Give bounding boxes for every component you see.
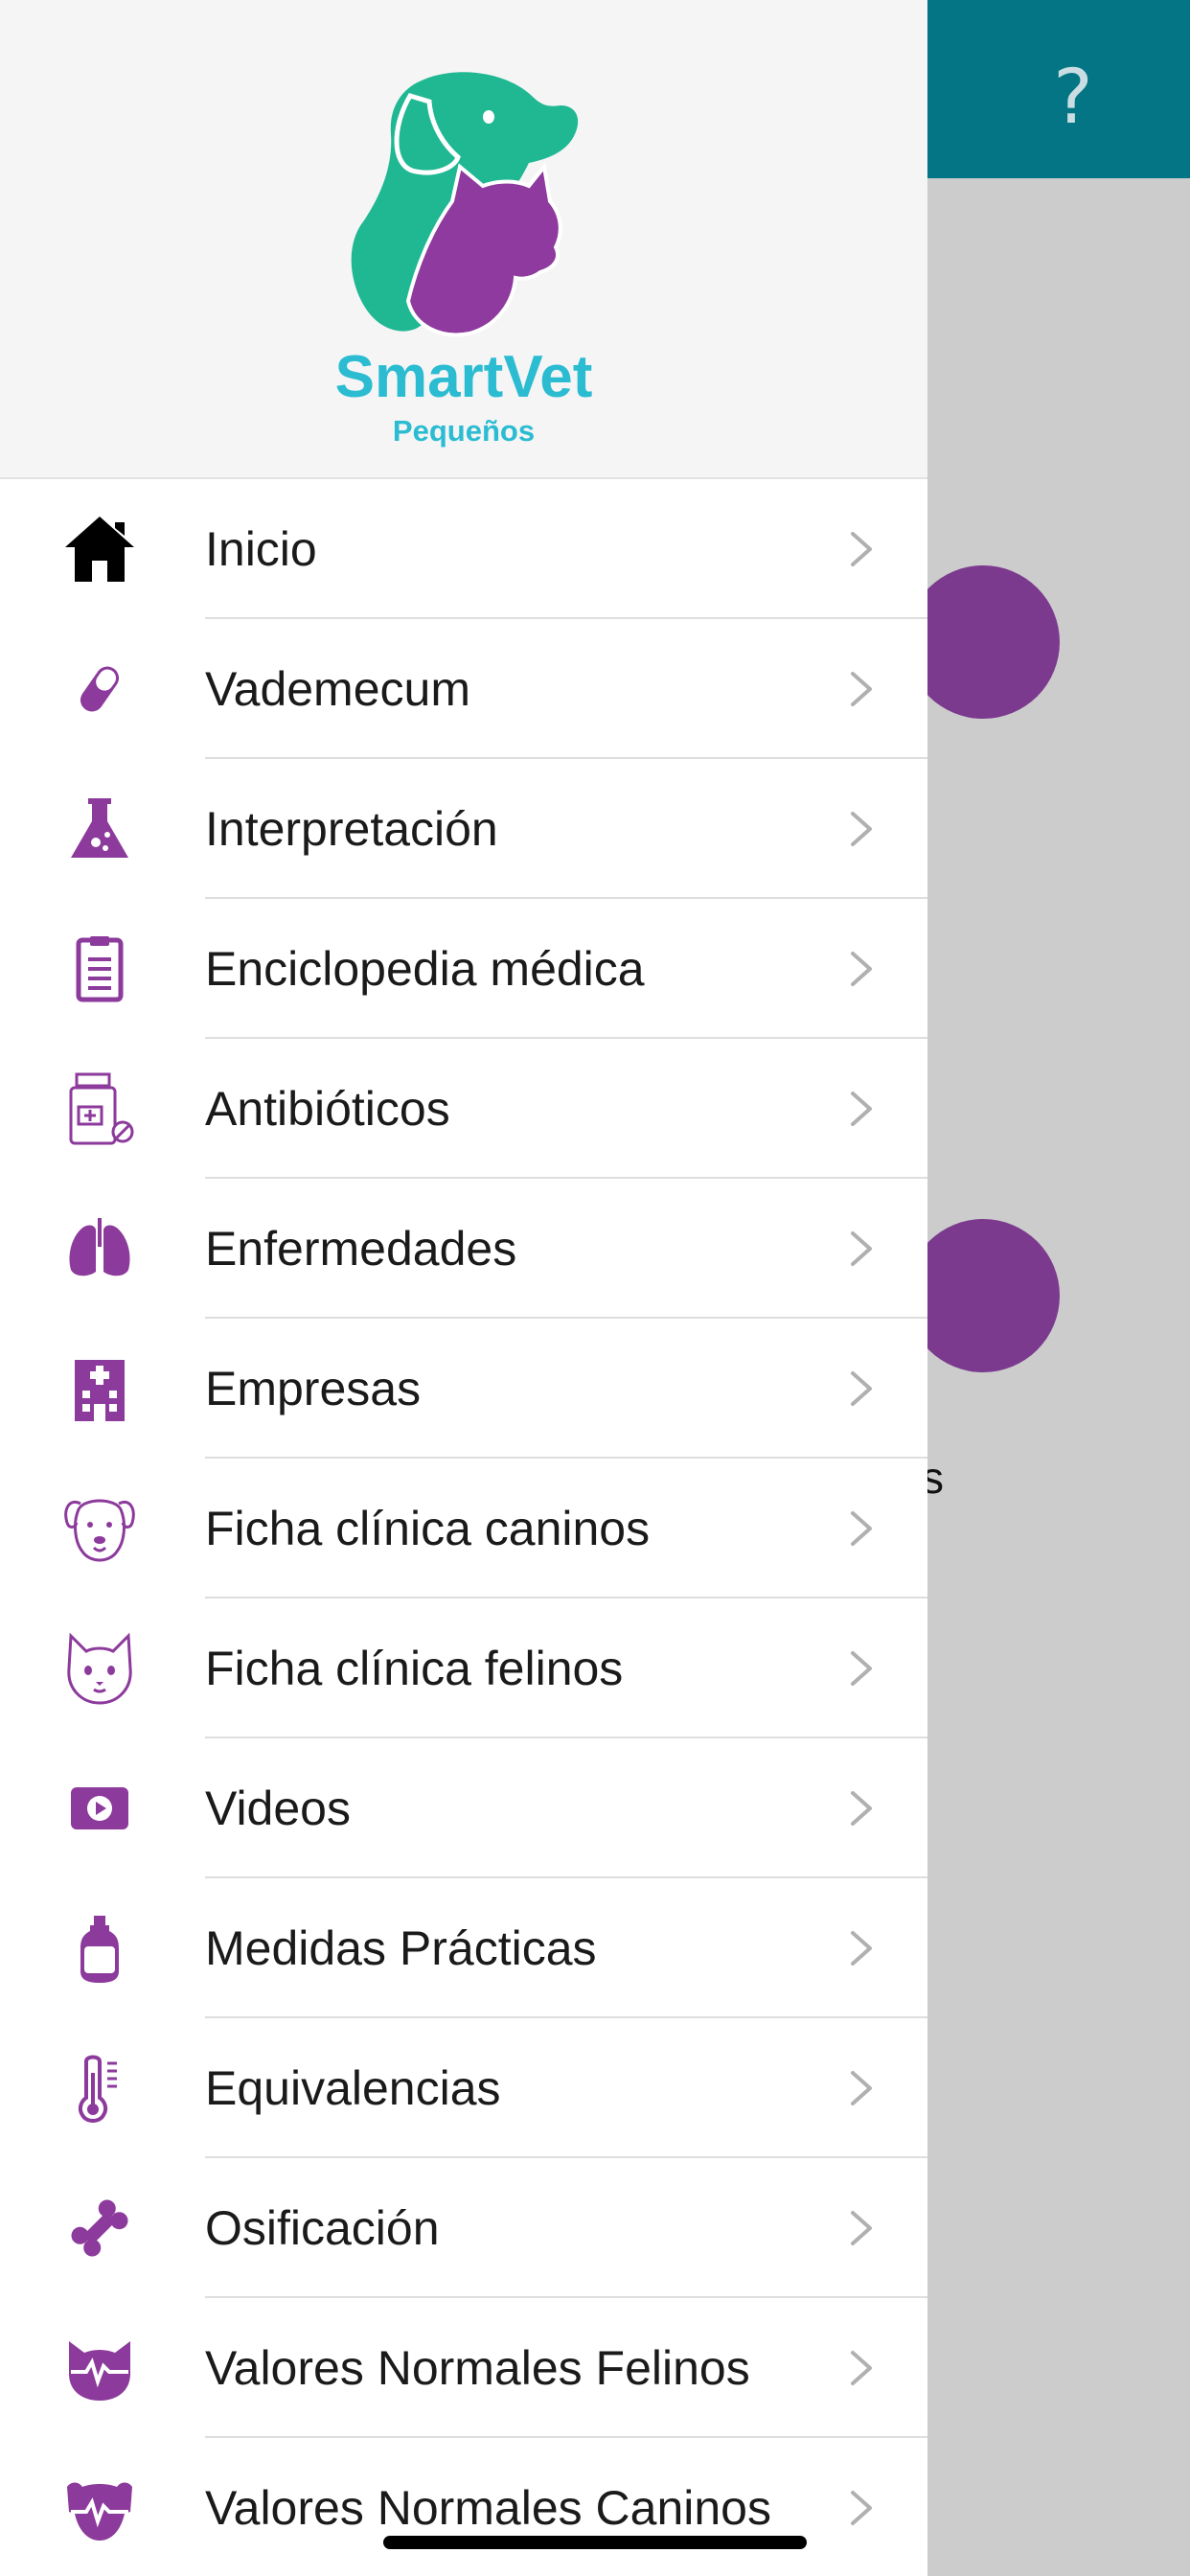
menu-item-enciclopedia-medica[interactable]: Enciclopedia médica: [0, 899, 927, 1039]
menu-item-label: Videos: [205, 1782, 351, 1835]
chevron-right-icon: [851, 1231, 872, 1266]
drawer-header: SmartVet Pequeños: [0, 0, 927, 479]
menu-item-equivalencias[interactable]: Equivalencias: [0, 2018, 927, 2158]
menu-item-osificacion[interactable]: Osificación: [0, 2158, 927, 2298]
menu-item-label: Equivalencias: [205, 2061, 501, 2115]
menu-item-label: Empresas: [205, 1362, 422, 1415]
chevron-right-icon: [851, 1511, 872, 1546]
menu-item-inicio[interactable]: Inicio: [0, 479, 927, 619]
chevron-right-icon: [851, 1651, 872, 1686]
cat-face-icon: [61, 1630, 138, 1707]
chevron-right-icon: [851, 2351, 872, 2385]
menu-item-empresas[interactable]: Empresas: [0, 1319, 927, 1459]
menu-item-valores-normales-caninos[interactable]: Valores Normales Caninos: [0, 2438, 927, 2576]
menu-item-label: Interpretación: [205, 802, 498, 856]
home-icon: [61, 511, 138, 587]
drawer-menu: Inicio Vademecum Interpretación Enciclop…: [0, 479, 927, 2576]
thermometer-icon: [61, 2050, 138, 2127]
background-circle-button[interactable]: [906, 1219, 1060, 1372]
lungs-icon: [61, 1210, 138, 1287]
menu-item-label: Ficha clínica caninos: [205, 1502, 651, 1555]
smartvet-logo: [351, 72, 579, 337]
pill-icon: [61, 651, 138, 727]
background-circle-button[interactable]: [906, 565, 1060, 719]
chevron-right-icon: [851, 1791, 872, 1826]
menu-item-label: Enfermedades: [205, 1222, 517, 1276]
hospital-building-icon: [61, 1350, 138, 1427]
menu-item-label: Valores Normales Felinos: [205, 2341, 750, 2395]
navigation-drawer: SmartVet Pequeños Inicio Vademecum Inter…: [0, 0, 927, 2576]
dog-vitals-icon: [61, 2470, 138, 2546]
menu-item-videos[interactable]: Videos: [0, 1738, 927, 1878]
chevron-right-icon: [851, 532, 872, 566]
flask-icon: [61, 791, 138, 867]
menu-item-ficha-clinica-felinos[interactable]: Ficha clínica felinos: [0, 1598, 927, 1738]
menu-item-label: Enciclopedia médica: [205, 942, 645, 996]
menu-item-vademecum[interactable]: Vademecum: [0, 619, 927, 759]
menu-item-interpretacion[interactable]: Interpretación: [0, 759, 927, 899]
menu-item-label: Vademecum: [205, 662, 470, 716]
bone-icon: [61, 2190, 138, 2266]
brand-name: SmartVet: [334, 344, 593, 410]
menu-item-enfermedades[interactable]: Enfermedades: [0, 1179, 927, 1319]
medicine-bottle-icon: [61, 1070, 138, 1147]
chevron-right-icon: [851, 1092, 872, 1126]
brand-subtitle: Pequeños: [392, 414, 536, 448]
menu-item-valores-normales-felinos[interactable]: Valores Normales Felinos: [0, 2298, 927, 2438]
clipboard-icon: [61, 931, 138, 1007]
menu-item-label: Inicio: [205, 522, 317, 576]
flask-bottle-icon: [61, 1910, 138, 1987]
help-button[interactable]: ?: [1040, 59, 1107, 136]
menu-item-medidas-practicas[interactable]: Medidas Prácticas: [0, 1878, 927, 2018]
home-indicator[interactable]: [383, 2536, 807, 2549]
menu-item-label: Ficha clínica felinos: [205, 1642, 624, 1695]
menu-item-ficha-clinica-caninos[interactable]: Ficha clínica caninos: [0, 1459, 927, 1598]
chevron-right-icon: [851, 952, 872, 986]
cat-vitals-icon: [61, 2330, 138, 2406]
chevron-right-icon: [851, 1931, 872, 1966]
menu-item-antibioticos[interactable]: Antibióticos: [0, 1039, 927, 1179]
chevron-right-icon: [851, 2071, 872, 2105]
chevron-right-icon: [851, 812, 872, 846]
chevron-right-icon: [851, 2491, 872, 2525]
chevron-right-icon: [851, 1371, 872, 1406]
video-play-icon: [61, 1770, 138, 1847]
menu-item-label: Medidas Prácticas: [205, 1921, 597, 1975]
chevron-right-icon: [851, 2211, 872, 2245]
menu-item-label: Valores Normales Caninos: [205, 2481, 771, 2535]
menu-item-label: Antibióticos: [205, 1082, 450, 1136]
dog-face-icon: [61, 1490, 138, 1567]
chevron-right-icon: [851, 672, 872, 706]
menu-item-label: Osificación: [205, 2201, 440, 2255]
